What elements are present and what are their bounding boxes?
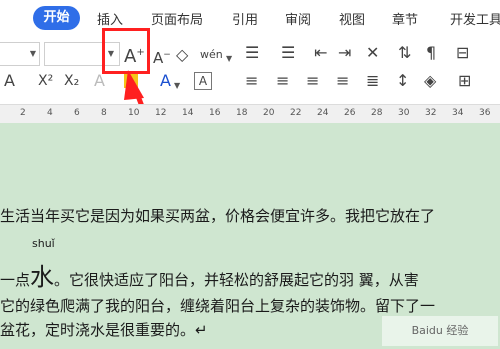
- ruler-mark: 8: [101, 108, 107, 118]
- pinyin-annotation: shuǐ: [32, 237, 55, 250]
- text-line-2[interactable]: 一点水。它很快适应了阳台，并轻松的舒展起它的羽 翼，从害: [0, 257, 419, 292]
- watermark-logo: Baidu 经验: [382, 316, 498, 346]
- ruler-mark: 18: [236, 108, 248, 118]
- text-line-2-rest: 。它很快适应了阳台，并轻松的舒展起它的羽 翼，从害: [54, 271, 419, 289]
- ruler-mark: 4: [47, 108, 53, 118]
- ruler-mark: 16: [209, 108, 221, 118]
- ruler-mark: 36: [479, 108, 491, 118]
- ruler-mark: 30: [398, 108, 410, 118]
- ruler-mark: 12: [155, 108, 167, 118]
- ruler-mark: 24: [317, 108, 329, 118]
- text-line-1[interactable]: 生活当年买它是因为如果买两盆，价格会便宜许多。我把它放在了: [0, 205, 435, 226]
- text-line-2-prefix: 一点: [0, 271, 31, 289]
- text-line-3[interactable]: 它的绿色爬满了我的阳台，缠绕着阳台上复杂的装饰物。留下了一: [0, 295, 435, 316]
- ruler-mark: 26: [344, 108, 356, 118]
- text-line-4[interactable]: 盆花，定时浇水是很重要的。↵: [0, 319, 208, 340]
- ruler-mark: 34: [452, 108, 464, 118]
- ruler-mark: 28: [371, 108, 383, 118]
- ruler-mark: 32: [425, 108, 437, 118]
- ruler-mark: 10: [128, 108, 140, 118]
- enlarged-character: 水: [30, 263, 55, 291]
- horizontal-ruler[interactable]: 2 4 6 8 10 12 14 16 18 20 22 24 26 28 30 32 34 36: [0, 104, 500, 124]
- ruler-mark: 14: [182, 108, 194, 118]
- ruler-mark: 22: [290, 108, 302, 118]
- ruler-mark: 2: [20, 108, 26, 118]
- ruler-mark: 20: [263, 108, 275, 118]
- ruler-mark: 6: [74, 108, 80, 118]
- arrow-head: [124, 70, 144, 100]
